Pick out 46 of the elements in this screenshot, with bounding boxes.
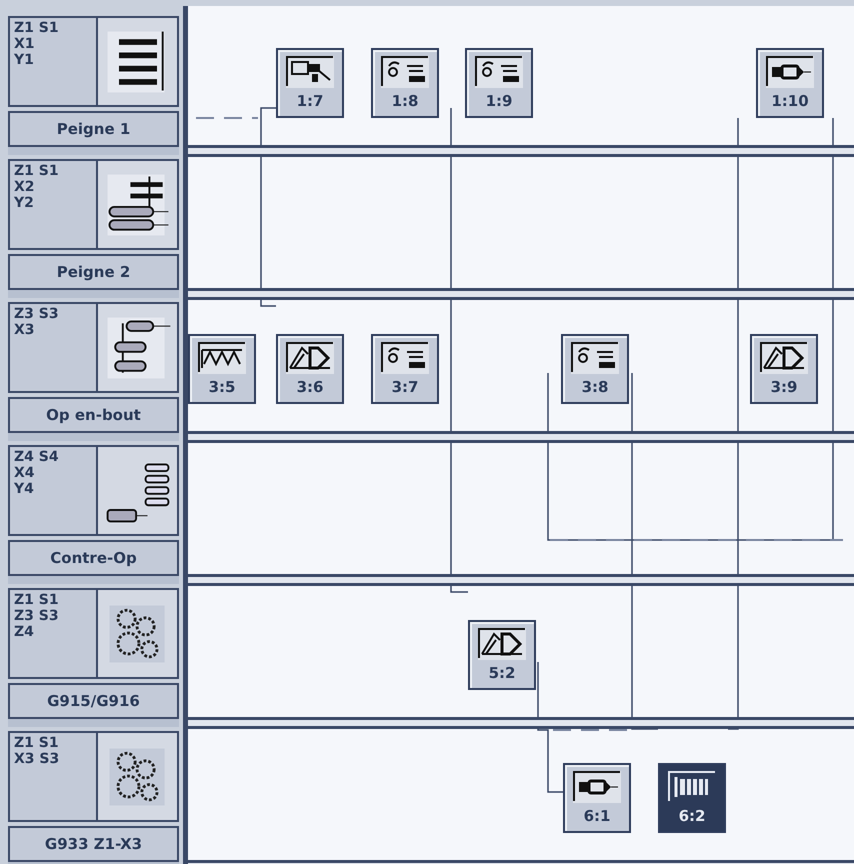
- axis-label: Y1: [14, 52, 35, 68]
- turning-tool-icon: [476, 626, 528, 662]
- operation-block[interactable]: 1:7: [276, 48, 344, 118]
- wait-line: [196, 117, 258, 119]
- axis-label: Z1 S1: [14, 20, 60, 36]
- operation-block[interactable]: 3:5: [188, 334, 256, 404]
- axis-label: Z1 S1: [14, 592, 60, 608]
- axis-label: X4: [14, 465, 36, 481]
- axis-label: Z4 S4: [14, 449, 60, 465]
- operation-block[interactable]: 3:9: [750, 334, 818, 404]
- axis-label: Z3 S3: [14, 608, 60, 624]
- tool-change-icon: [379, 54, 431, 90]
- axis-label: Y4: [14, 481, 35, 497]
- axis-label: Y2: [14, 195, 35, 211]
- channel-button[interactable]: Peigne 1: [8, 111, 179, 147]
- axis-label: X3 S3: [14, 751, 60, 767]
- operation-block[interactable]: 6:2: [658, 763, 726, 833]
- operation-block[interactable]: 1:9: [465, 48, 533, 118]
- operation-block[interactable]: 3:7: [371, 334, 439, 404]
- thread-icon: [196, 340, 248, 376]
- channel-button[interactable]: G933 Z1-X3: [8, 826, 179, 862]
- operation-block[interactable]: 3:8: [561, 334, 629, 404]
- channel-button[interactable]: Op en-bout: [8, 397, 179, 433]
- operation-block[interactable]: 3:6: [276, 334, 344, 404]
- axis-label: Z3 S3: [14, 306, 60, 322]
- operation-block[interactable]: 6:1: [563, 763, 631, 833]
- drill-icon: [571, 769, 623, 805]
- axis-label: Z1 S1: [14, 735, 60, 751]
- channel-button[interactable]: G915/G916: [8, 683, 179, 719]
- operation-block[interactable]: 5:2: [468, 620, 536, 690]
- channel-button[interactable]: Peigne 2: [8, 254, 179, 290]
- axis-label: X2: [14, 179, 36, 195]
- axis-label: X1: [14, 36, 36, 52]
- axis-label: Z4: [14, 624, 35, 640]
- tool-change-icon: [569, 340, 621, 376]
- probe-icon: [284, 54, 336, 90]
- operation-block[interactable]: 1:8: [371, 48, 439, 118]
- turning-tool-icon: [284, 340, 336, 376]
- operation-block[interactable]: 1:10: [756, 48, 824, 118]
- turning-tool-icon: [758, 340, 810, 376]
- channel-button[interactable]: Contre-Op: [8, 540, 179, 576]
- axis-label: X3: [14, 322, 36, 338]
- tool-change-icon: [473, 54, 525, 90]
- drill-icon: [764, 54, 816, 90]
- tool-change-icon: [379, 340, 431, 376]
- axis-label: Z1 S1: [14, 163, 60, 179]
